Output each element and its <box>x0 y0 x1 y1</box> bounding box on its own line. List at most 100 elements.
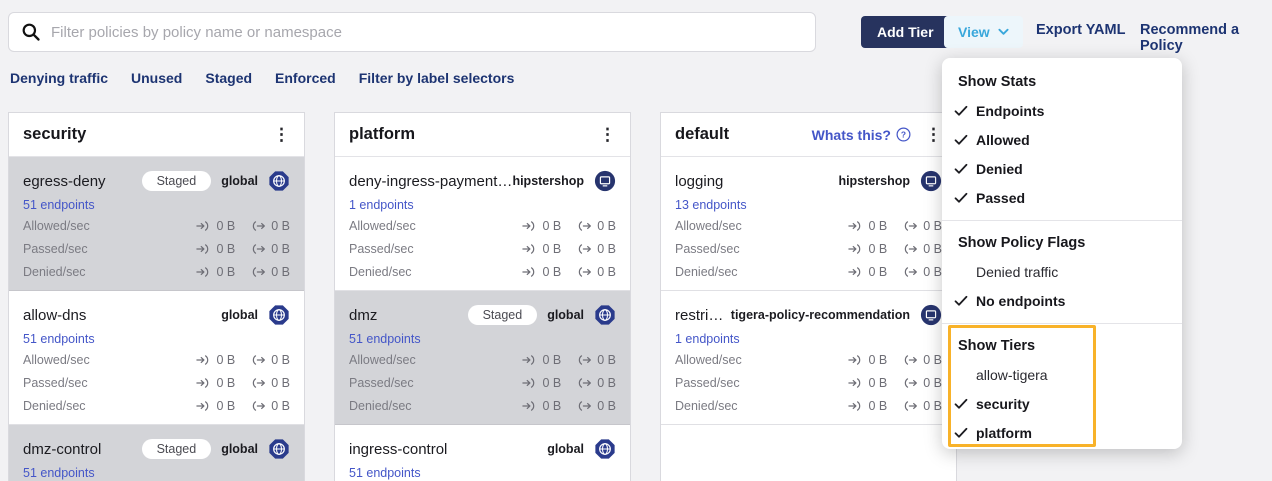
egress-arrow-icon <box>251 266 266 278</box>
global-policy-icon <box>594 438 616 460</box>
tier-header: default Whats this? ? ⋮ <box>661 113 956 157</box>
add-tier-button[interactable]: Add Tier <box>861 16 950 48</box>
policy-card[interactable]: dmz-control Staged global 51 endpoints <box>9 425 304 481</box>
egress-arrow-icon <box>577 354 592 366</box>
kebab-menu-icon[interactable]: ⋮ <box>599 126 616 143</box>
policy-scope: global <box>221 442 258 456</box>
menu-item-allowed[interactable]: Allowed <box>942 125 1182 154</box>
policy-card[interactable]: logging hipstershop 13 endpoints Allowed… <box>661 157 956 291</box>
egress-arrow-icon <box>903 220 918 232</box>
kebab-menu-icon[interactable]: ⋮ <box>273 126 290 143</box>
menu-item-endpoints[interactable]: Endpoints <box>942 96 1182 125</box>
menu-item-allow-tigera[interactable]: allow-tigera <box>942 360 1182 389</box>
policy-namespace: hipstershop <box>838 174 910 188</box>
filter-unused[interactable]: Unused <box>131 70 182 86</box>
endpoints-link[interactable]: 51 endpoints <box>23 466 95 480</box>
egress-arrow-icon <box>251 243 266 255</box>
menu-item-denied-traffic[interactable]: Denied traffic <box>942 257 1182 286</box>
help-circle-icon: ? <box>896 127 911 142</box>
ingress-arrow-icon <box>196 377 211 389</box>
filter-label-selectors[interactable]: Filter by label selectors <box>359 70 515 86</box>
namespace-policy-icon <box>594 170 616 192</box>
kebab-menu-icon[interactable]: ⋮ <box>925 126 942 143</box>
egress-arrow-icon <box>577 220 592 232</box>
policy-name: ingress-control <box>349 441 447 458</box>
export-yaml-button[interactable]: Export YAML <box>1036 22 1125 38</box>
menu-item-security[interactable]: security <box>942 389 1182 418</box>
endpoints-link[interactable]: 13 endpoints <box>675 198 747 212</box>
policy-card[interactable]: deny-ingress-paymentservi... hipstershop… <box>335 157 630 291</box>
svg-text:?: ? <box>901 130 906 140</box>
stat-row: Denied/sec 0 B 0 B <box>23 394 290 417</box>
endpoints-link[interactable]: 1 endpoints <box>675 332 740 346</box>
global-policy-icon <box>268 170 290 192</box>
menu-item-no-endpoints[interactable]: No endpoints <box>942 286 1182 315</box>
egress-arrow-icon <box>251 354 266 366</box>
ingress-arrow-icon <box>848 266 863 278</box>
policy-card[interactable]: dmz Staged global 51 endpoints Allowed/s… <box>335 291 630 425</box>
ingress-arrow-icon <box>196 220 211 232</box>
recommend-policy-button[interactable]: Recommend a Policy <box>1140 22 1272 54</box>
egress-arrow-icon <box>903 400 918 412</box>
endpoints-link[interactable]: 51 endpoints <box>23 198 95 212</box>
tier-title: platform <box>349 125 415 144</box>
namespace-policy-icon <box>920 304 942 326</box>
stat-row: Passed/sec 0 B 0 B <box>349 237 616 260</box>
stat-row: Denied/sec 0 B 0 B <box>349 394 616 417</box>
namespace-policy-icon <box>920 170 942 192</box>
egress-arrow-icon <box>903 243 918 255</box>
check-icon <box>954 163 968 175</box>
search-icon <box>21 22 41 42</box>
stat-row: Denied/sec 0 B 0 B <box>349 260 616 283</box>
search-input[interactable] <box>51 24 803 41</box>
stat-row: Passed/sec 0 B 0 B <box>349 371 616 394</box>
global-policy-icon <box>594 304 616 326</box>
view-menu-button[interactable]: View <box>944 16 1023 48</box>
menu-divider <box>942 220 1182 221</box>
tier-column-default: default Whats this? ? ⋮ logging hipsters… <box>660 112 957 481</box>
policy-name: dmz <box>349 307 377 324</box>
policy-card[interactable]: egress-deny Staged global 51 endpoints A… <box>9 157 304 291</box>
chevron-down-icon <box>998 28 1009 36</box>
endpoints-link[interactable]: 1 endpoints <box>349 198 414 212</box>
menu-item-platform[interactable]: platform <box>942 418 1182 447</box>
endpoints-link[interactable]: 51 endpoints <box>349 466 421 480</box>
stat-row: Allowed/sec 0 B 0 B <box>349 348 616 371</box>
ingress-arrow-icon <box>196 243 211 255</box>
ingress-arrow-icon <box>848 377 863 389</box>
filter-staged[interactable]: Staged <box>205 70 252 86</box>
policy-name: restricted <box>675 307 731 324</box>
egress-arrow-icon <box>251 377 266 389</box>
egress-arrow-icon <box>903 377 918 389</box>
filter-enforced[interactable]: Enforced <box>275 70 336 86</box>
policy-namespace: tigera-policy-recommendation <box>731 308 910 322</box>
policy-filter-search <box>8 12 816 52</box>
policy-scope: global <box>547 442 584 456</box>
menu-item-denied[interactable]: Denied <box>942 154 1182 183</box>
view-button-label: View <box>958 24 990 40</box>
policy-card[interactable]: ingress-control global 51 endpoints <box>335 425 630 481</box>
stat-row: Passed/sec 0 B 0 B <box>23 237 290 260</box>
policy-scope: global <box>221 174 258 188</box>
stat-row: Passed/sec 0 B 0 B <box>23 371 290 394</box>
staged-badge: Staged <box>142 171 212 191</box>
tier-title: default <box>675 125 729 144</box>
filter-denying-traffic[interactable]: Denying traffic <box>10 70 108 86</box>
ingress-arrow-icon <box>522 354 537 366</box>
whats-this-link[interactable]: Whats this? ? <box>812 127 911 143</box>
menu-divider <box>942 323 1182 324</box>
policy-card[interactable]: allow-dns global 51 endpoints Allowed/se… <box>9 291 304 425</box>
endpoints-link[interactable]: 51 endpoints <box>23 332 95 346</box>
menu-item-passed[interactable]: Passed <box>942 183 1182 212</box>
stat-row: Denied/sec 0 B 0 B <box>23 260 290 283</box>
endpoints-link[interactable]: 51 endpoints <box>349 332 421 346</box>
policy-scope: global <box>547 308 584 322</box>
ingress-arrow-icon <box>522 220 537 232</box>
policy-card[interactable]: restricted tigera-policy-recommendation … <box>661 291 956 425</box>
stat-row: Allowed/sec 0 B 0 B <box>675 214 942 237</box>
menu-section-show-policy-flags: Show Policy Flags <box>942 229 1182 257</box>
tier-column-security: security ⋮ egress-deny Staged global 51 … <box>8 112 305 481</box>
stat-row: Passed/sec 0 B 0 B <box>675 371 942 394</box>
tier-header: platform ⋮ <box>335 113 630 157</box>
policy-scope: global <box>221 308 258 322</box>
